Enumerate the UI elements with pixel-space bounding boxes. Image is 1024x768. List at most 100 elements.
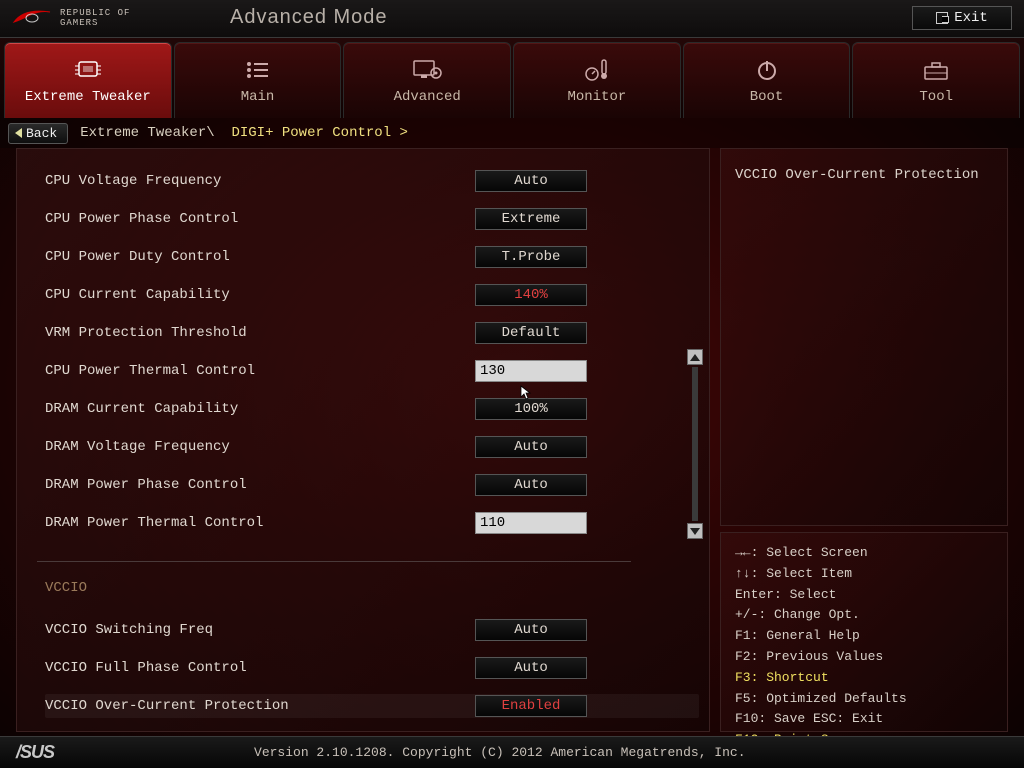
keyhint: ↑↓: Select Item: [735, 564, 993, 585]
toolbox-icon: [922, 57, 950, 83]
setting-row[interactable]: CPU Current Capability 140%: [45, 283, 699, 307]
setting-row[interactable]: DRAM Voltage Frequency Auto: [45, 435, 699, 459]
keyhint: →←: Select Screen: [735, 543, 993, 564]
back-arrow-icon: [15, 128, 22, 138]
key-hints: →←: Select Screen ↑↓: Select Item Enter:…: [720, 532, 1008, 732]
setting-label: DRAM Current Capability: [45, 401, 475, 417]
setting-input[interactable]: 130: [475, 360, 587, 382]
setting-value[interactable]: Auto: [475, 657, 587, 679]
setting-label: VRM Protection Threshold: [45, 325, 475, 341]
breadcrumb-bar: Back Extreme Tweaker\ DIGI+ Power Contro…: [0, 118, 1024, 148]
setting-value[interactable]: Default: [475, 322, 587, 344]
tab-label: Monitor: [567, 89, 626, 105]
setting-row-selected[interactable]: VCCIO Over-Current Protection Enabled: [45, 694, 699, 718]
tab-label: Extreme Tweaker: [25, 89, 151, 105]
setting-value[interactable]: Auto: [475, 436, 587, 458]
setting-label: DRAM Power Thermal Control: [45, 515, 475, 531]
setting-row[interactable]: DRAM Power Phase Control Auto: [45, 473, 699, 497]
setting-label: VCCIO Switching Freq: [45, 622, 475, 638]
brand-logo: REPUBLIC OF GAMERS: [10, 6, 130, 32]
setting-row[interactable]: CPU Power Thermal Control 130: [45, 359, 699, 383]
monitor-gear-icon: [412, 57, 442, 83]
setting-input[interactable]: 110: [475, 512, 587, 534]
setting-row[interactable]: DRAM Power Thermal Control 110: [45, 511, 699, 535]
tab-label: Advanced: [394, 89, 461, 105]
breadcrumb-current: DIGI+ Power Control: [231, 125, 391, 141]
setting-value[interactable]: Auto: [475, 474, 587, 496]
back-label: Back: [26, 126, 57, 141]
setting-row[interactable]: CPU Power Phase Control Extreme: [45, 207, 699, 231]
setting-row[interactable]: CPU Voltage Frequency Auto: [45, 169, 699, 193]
exit-icon: [936, 12, 948, 24]
setting-value[interactable]: Enabled: [475, 695, 587, 717]
keyhint: F2: Previous Values: [735, 647, 993, 668]
list-icon: [245, 57, 271, 83]
breadcrumb-root: Extreme Tweaker: [80, 125, 206, 141]
tab-label: Boot: [750, 89, 784, 105]
setting-label: CPU Power Duty Control: [45, 249, 475, 265]
setting-label: DRAM Power Phase Control: [45, 477, 475, 493]
breadcrumb: Extreme Tweaker\ DIGI+ Power Control >: [80, 125, 408, 141]
header-bar: REPUBLIC OF GAMERS Advanced Mode Exit: [0, 0, 1024, 38]
keyhint: +/-: Change Opt.: [735, 605, 993, 626]
chevron-right-icon: >: [400, 125, 408, 141]
thermometer-icon: [584, 57, 610, 83]
scroll-track[interactable]: [692, 367, 698, 521]
setting-label: CPU Power Thermal Control: [45, 363, 475, 379]
setting-row[interactable]: VCCIO Switching Freq Auto: [45, 618, 699, 642]
setting-row[interactable]: VCCIO Full Phase Control Auto: [45, 656, 699, 680]
tab-advanced[interactable]: Advanced: [343, 42, 511, 118]
scrollbar[interactable]: [687, 349, 703, 539]
brand-text: REPUBLIC OF GAMERS: [60, 9, 130, 29]
section-title: VCCIO: [45, 580, 699, 596]
mode-title: Advanced Mode: [230, 6, 388, 29]
tab-label: Tool: [919, 89, 953, 105]
tab-extreme-tweaker[interactable]: Extreme Tweaker: [4, 42, 172, 118]
setting-value[interactable]: 140%: [475, 284, 587, 306]
tab-bar: Extreme Tweaker Main Advanced Monitor Bo…: [0, 38, 1024, 118]
setting-value[interactable]: Auto: [475, 619, 587, 641]
side-panel: VCCIO Over-Current Protection →←: Select…: [720, 148, 1008, 732]
keyhint: F5: Optimized Defaults: [735, 689, 993, 710]
footer: /SUS Version 2.10.1208. Copyright (C) 20…: [0, 736, 1024, 768]
settings-panel: CPU Voltage Frequency Auto CPU Power Pha…: [16, 148, 710, 732]
setting-value[interactable]: Extreme: [475, 208, 587, 230]
setting-label: VCCIO Over-Current Protection: [45, 698, 475, 714]
scroll-up-button[interactable]: [687, 349, 703, 365]
back-button[interactable]: Back: [8, 123, 68, 144]
exit-button[interactable]: Exit: [912, 6, 1012, 30]
keyhint: F10: Save ESC: Exit: [735, 709, 993, 730]
help-box: VCCIO Over-Current Protection: [720, 148, 1008, 526]
settings-list: CPU Voltage Frequency Auto CPU Power Pha…: [45, 169, 699, 718]
version-text: Version 2.10.1208. Copyright (C) 2012 Am…: [254, 745, 745, 760]
setting-label: CPU Current Capability: [45, 287, 475, 303]
tab-main[interactable]: Main: [174, 42, 342, 118]
tab-boot[interactable]: Boot: [683, 42, 851, 118]
setting-value[interactable]: T.Probe: [475, 246, 587, 268]
exit-label: Exit: [954, 10, 988, 26]
setting-row[interactable]: DRAM Current Capability 100%: [45, 397, 699, 421]
brand-line2: GAMERS: [60, 19, 130, 29]
tab-tool[interactable]: Tool: [852, 42, 1020, 118]
power-icon: [755, 57, 779, 83]
rog-eye-icon: [10, 6, 52, 32]
setting-label: CPU Power Phase Control: [45, 211, 475, 227]
section-divider: [37, 561, 631, 562]
setting-label: CPU Voltage Frequency: [45, 173, 475, 189]
keyhint: Enter: Select: [735, 585, 993, 606]
keyhint: F3: Shortcut: [735, 668, 993, 689]
setting-row[interactable]: CPU Power Duty Control T.Probe: [45, 245, 699, 269]
setting-value[interactable]: Auto: [475, 170, 587, 192]
scroll-down-button[interactable]: [687, 523, 703, 539]
setting-label: VCCIO Full Phase Control: [45, 660, 475, 676]
mouse-cursor-icon: [520, 385, 532, 401]
setting-value[interactable]: 100%: [475, 398, 587, 420]
help-text: VCCIO Over-Current Protection: [735, 167, 993, 183]
setting-row[interactable]: VRM Protection Threshold Default: [45, 321, 699, 345]
tab-label: Main: [241, 89, 275, 105]
main-area: CPU Voltage Frequency Auto CPU Power Pha…: [16, 148, 1008, 732]
keyhint: F1: General Help: [735, 626, 993, 647]
tab-monitor[interactable]: Monitor: [513, 42, 681, 118]
chip-icon: [73, 57, 103, 83]
setting-label: DRAM Voltage Frequency: [45, 439, 475, 455]
